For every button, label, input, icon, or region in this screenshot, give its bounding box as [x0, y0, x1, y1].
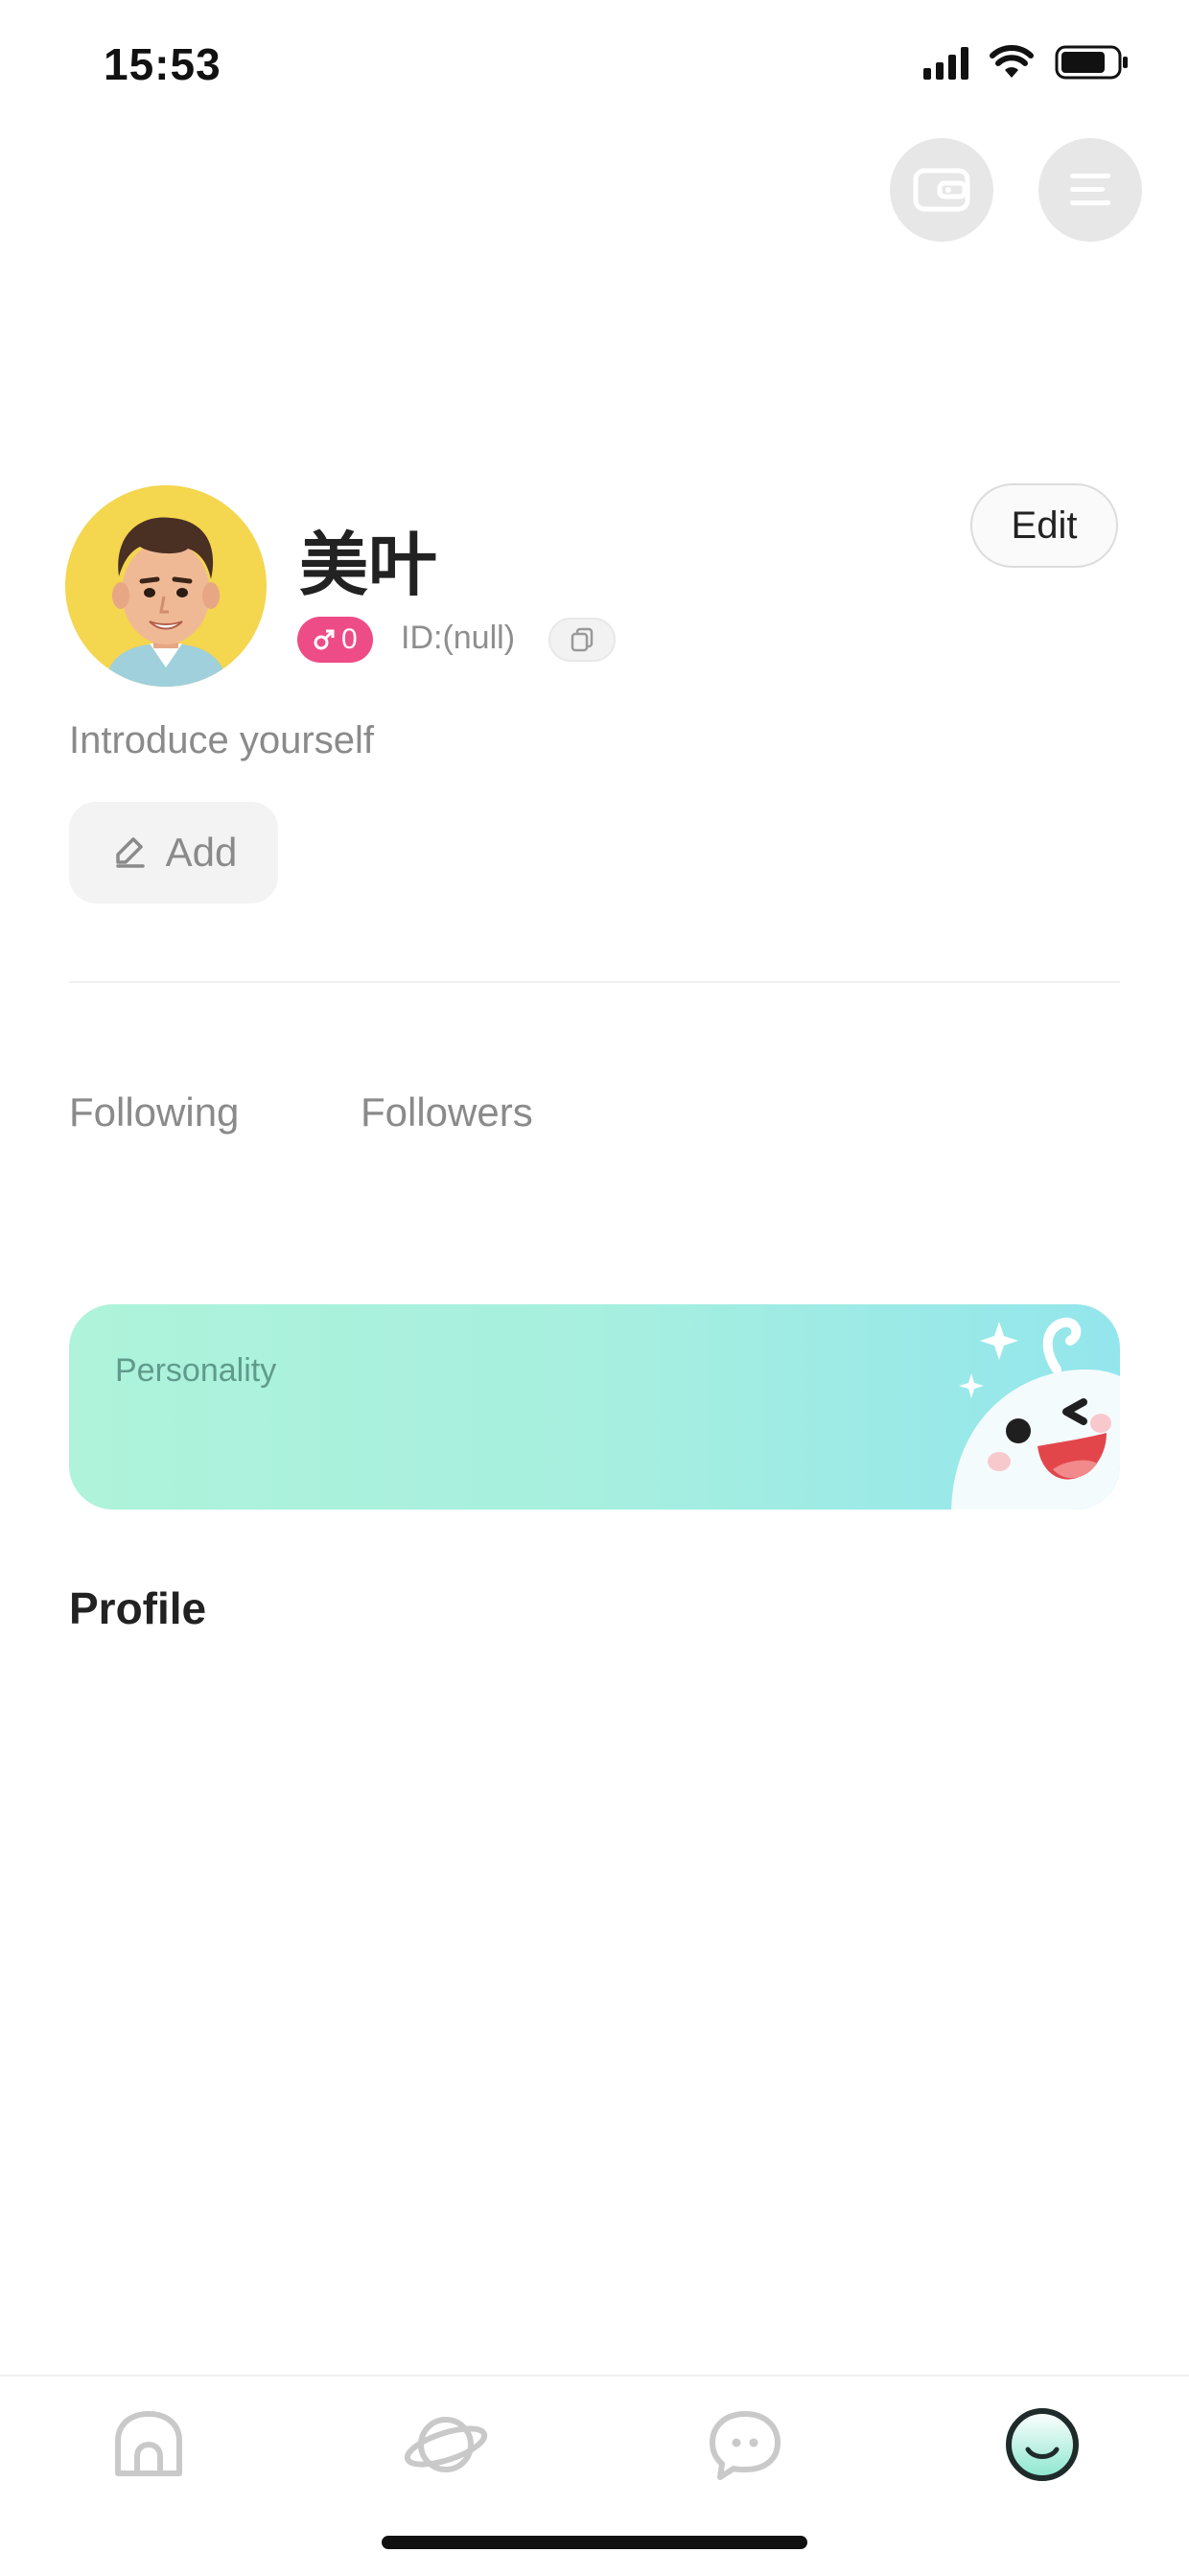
status-icons	[923, 44, 1130, 81]
following-link[interactable]: Following	[69, 1089, 239, 1136]
avatar[interactable]	[65, 485, 267, 687]
user-id: ID:(null)	[401, 620, 516, 656]
intro-placeholder[interactable]: Introduce yourself	[69, 719, 374, 762]
add-intro-button[interactable]: Add	[69, 802, 278, 903]
add-intro-label: Add	[165, 830, 238, 875]
tab-messages[interactable]	[702, 2401, 788, 2488]
profile-name: 美叶	[299, 525, 438, 605]
mascot-illustration	[951, 1317, 1120, 1510]
pencil-icon	[115, 837, 145, 868]
me-icon	[1006, 2408, 1079, 2481]
wallet-icon	[913, 168, 970, 212]
cellular-signal-icon	[923, 45, 968, 80]
chat-icon	[710, 2411, 781, 2480]
edit-profile-button[interactable]: Edit	[970, 483, 1118, 568]
tab-discover[interactable]	[403, 2401, 489, 2488]
home-icon	[115, 2411, 182, 2476]
gender-badge-count: 0	[341, 623, 358, 655]
status-time: 15:53	[104, 39, 221, 89]
tab-me[interactable]	[999, 2401, 1085, 2488]
divider	[69, 981, 1120, 983]
followers-link[interactable]: Followers	[361, 1089, 533, 1136]
gender-badge: 0	[297, 617, 373, 663]
personality-card[interactable]: Personality	[69, 1304, 1120, 1510]
battery-icon	[1055, 45, 1128, 80]
copy-icon	[571, 627, 594, 652]
male-gender-icon	[314, 629, 335, 650]
home-indicator	[382, 2536, 807, 2549]
personality-label: Personality	[115, 1352, 277, 1389]
profile-section-heading: Profile	[69, 1583, 207, 1633]
menu-button[interactable]	[1038, 138, 1142, 242]
avatar-illustration	[104, 517, 228, 687]
copy-id-button[interactable]	[548, 618, 616, 662]
wallet-button[interactable]	[890, 138, 993, 242]
tab-home[interactable]	[105, 2401, 192, 2488]
planet-icon	[404, 2417, 488, 2472]
wifi-icon	[990, 45, 1034, 78]
menu-icon	[1070, 174, 1110, 205]
